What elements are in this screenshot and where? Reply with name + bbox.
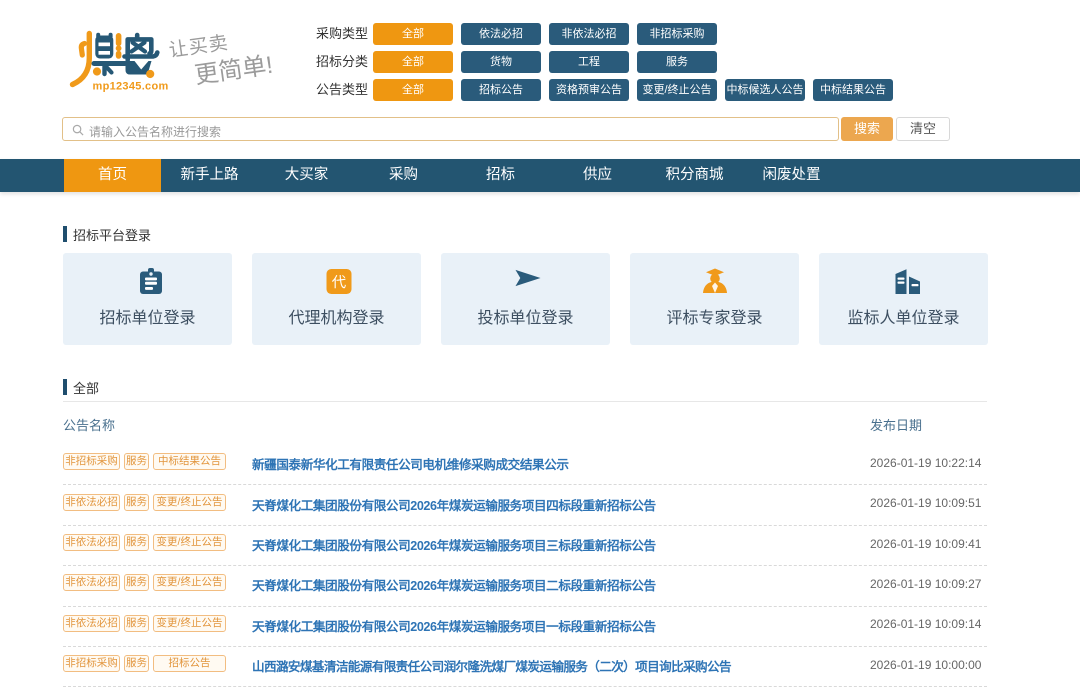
svg-text:mp12345.com: mp12345.com bbox=[93, 81, 169, 93]
svg-text:代: 代 bbox=[331, 273, 346, 290]
